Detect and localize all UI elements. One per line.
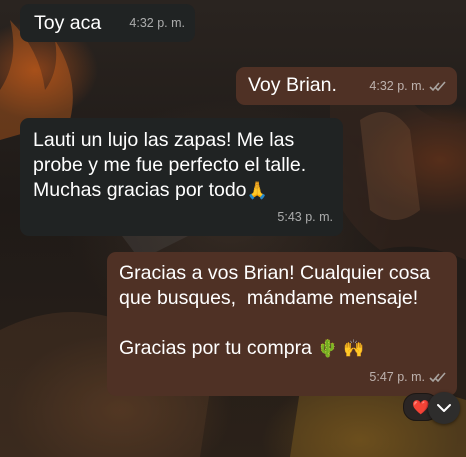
message-text: Gracias a vos Brian! Cualquier cosa que … [119,262,431,359]
double-check-icon [429,372,446,383]
pray-emoji: 🙏 [246,181,268,200]
message-text: Toy aca [34,12,102,34]
message-bubble-incoming[interactable]: Toy aca 4:32 p. m. [20,4,195,42]
cactus-raising-hands-emoji: 🌵 🙌 [317,339,365,358]
message-bubble-outgoing[interactable]: Gracias a vos Brian! Cualquier cosa que … [107,252,457,396]
message-timestamp: 4:32 p. m. [129,16,185,30]
message-timestamp: 5:47 p. m. [369,365,447,390]
scroll-to-bottom-button[interactable] [428,392,460,424]
message-bubble-incoming[interactable]: Lauti un lujo las zapas! Me las probe y … [20,118,343,236]
message-timestamp: 4:32 p. m. [369,74,447,99]
message-text: Voy Brian. [248,74,337,96]
chevron-down-icon [437,404,451,412]
double-check-icon [429,81,446,92]
message-bubble-outgoing[interactable]: Voy Brian. 4:32 p. m. [236,67,457,105]
message-timestamp: 5:43 p. m. [277,210,333,224]
